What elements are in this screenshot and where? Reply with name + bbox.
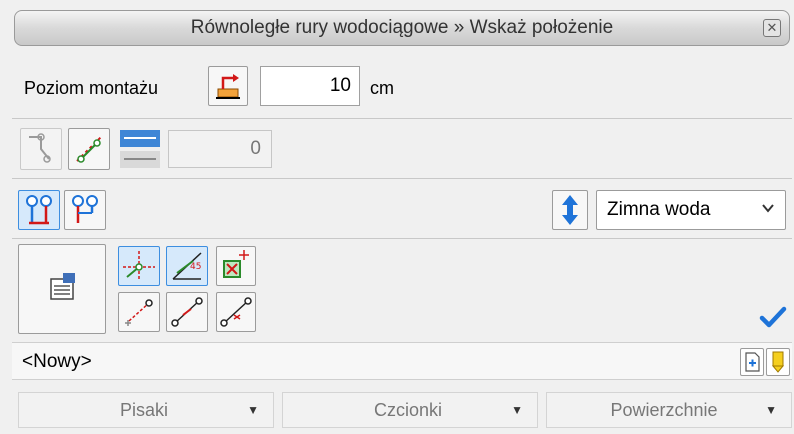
dropdown-arrow-icon: ▼: [247, 403, 259, 417]
medium-select-value: Zimna woda: [607, 199, 711, 220]
snap-line-icon: [171, 297, 203, 327]
medium-select[interactable]: Zimna woda: [596, 190, 786, 230]
spacing-icon: [120, 130, 160, 168]
snap-perpendicular-icon: [123, 251, 155, 281]
up-down-arrow-icon: [562, 195, 578, 225]
snap-midpoint-button[interactable]: [216, 292, 256, 332]
new-document-icon: [745, 352, 760, 372]
pipes-down-icon: [26, 195, 52, 225]
tab-label: Czcionki: [373, 400, 443, 420]
tab-powierzchnie[interactable]: Powierzchnie ▼: [546, 392, 792, 428]
divider: [12, 178, 792, 179]
save-style-icon: [771, 351, 785, 373]
name-field[interactable]: <Nowy>: [22, 351, 92, 373]
snap-line-button[interactable]: [166, 292, 208, 332]
tab-label: Pisaki: [119, 400, 168, 420]
offset-input[interactable]: 0: [168, 130, 272, 168]
snap-box-button[interactable]: [216, 246, 256, 286]
dropdown-arrow-icon: ▼: [765, 403, 777, 417]
properties-button[interactable]: [18, 244, 106, 334]
divider: [12, 238, 792, 239]
snap-endpoint-button[interactable]: [118, 292, 160, 332]
diagonal-tool-button[interactable]: [68, 128, 110, 170]
properties-icon: [50, 273, 75, 300]
pipes-variant-2-button[interactable]: [64, 190, 106, 230]
snap-angle-icon: 45: [172, 252, 202, 280]
spacing-tool-button[interactable]: [118, 128, 162, 170]
snap-perpendicular-button[interactable]: [118, 246, 160, 286]
snap-endpoint-icon: [125, 299, 153, 326]
level-unit: cm: [370, 78, 394, 98]
chevron-down-icon: [761, 201, 775, 215]
title-bar: Równoległe rury wodociągowe » Wskaż poło…: [14, 10, 790, 46]
pick-level-icon: [216, 74, 240, 99]
new-document-button[interactable]: [740, 348, 764, 376]
level-label: Poziom montażu: [24, 78, 159, 98]
snap-angle-button[interactable]: 45: [166, 246, 208, 286]
branch-tool-button[interactable]: [20, 128, 62, 170]
confirm-button[interactable]: [756, 300, 790, 334]
save-style-button[interactable]: [766, 348, 790, 376]
swap-direction-button[interactable]: [552, 190, 588, 230]
window-title: Równoległe rury wodociągowe » Wskaż poło…: [190, 17, 614, 38]
pipes-variant-1-button[interactable]: [18, 190, 60, 230]
checkmark-icon: [759, 306, 787, 328]
branch-pipe-icon: [29, 133, 51, 163]
name-bar: <Nowy>: [12, 342, 792, 380]
dropdown-arrow-icon: ▼: [511, 403, 523, 417]
snap-midpoint-icon: [220, 297, 252, 327]
level-input[interactable]: 10: [260, 66, 360, 106]
svg-text:45: 45: [190, 262, 201, 272]
close-button[interactable]: ✕: [763, 19, 781, 37]
tab-pisaki[interactable]: Pisaki ▼: [18, 392, 274, 428]
pick-level-button[interactable]: [208, 66, 248, 106]
diagonal-pipe-icon: [76, 136, 102, 163]
tab-label: Powierzchnie: [610, 400, 718, 420]
pipes-split-icon: [72, 195, 98, 223]
tab-czcionki[interactable]: Czcionki ▼: [282, 392, 538, 428]
divider: [12, 118, 792, 119]
snap-box-icon: [223, 250, 249, 278]
